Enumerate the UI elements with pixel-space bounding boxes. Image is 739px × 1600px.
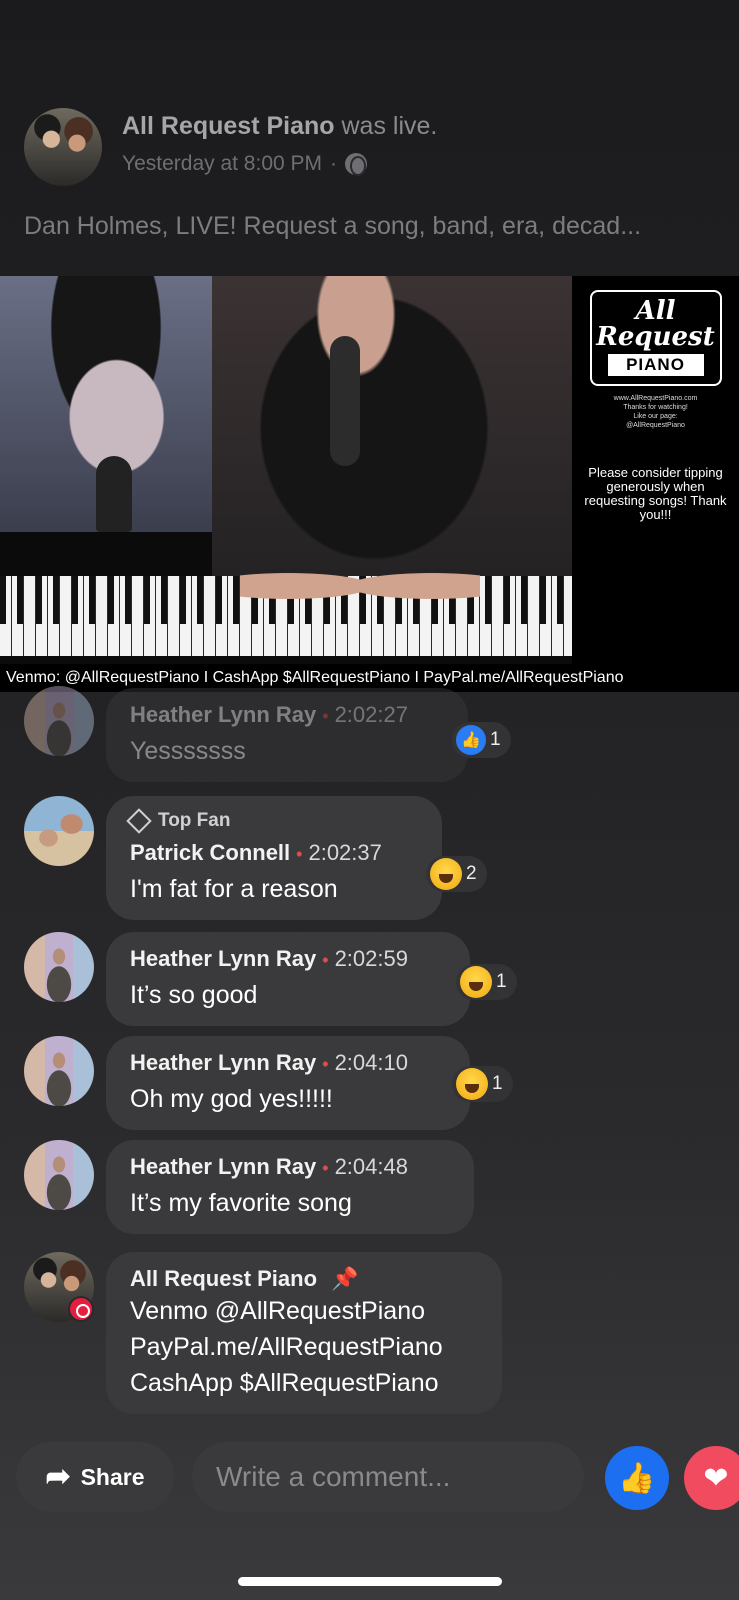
logo-caption: www.AllRequestPiano.com Thanks for watch… (613, 395, 698, 429)
comment-text-line: PayPal.me/AllRequestPiano (130, 1333, 443, 1361)
globe-icon (345, 153, 368, 176)
comment-time: 2:04:48 (334, 1154, 408, 1179)
commenter-avatar[interactable] (24, 1140, 94, 1210)
like-reaction-icon: 👍 (456, 725, 486, 755)
love-button[interactable]: ❤ (684, 1446, 739, 1510)
page-avatar[interactable] (24, 108, 102, 186)
post-timestamp[interactable]: Yesterday at 8:00 PM (122, 152, 322, 176)
reaction-count[interactable]: 2 (426, 856, 487, 892)
comment-text: I'm fat for a reason (130, 875, 338, 903)
like-button[interactable]: 👍 (605, 1446, 669, 1510)
meta-separator: · (330, 152, 338, 175)
comment-bubble[interactable]: Heather Lynn Ray • 2:04:48 It’s my favorit… (106, 1140, 474, 1234)
top-fan-badge: Top Fan (126, 808, 418, 834)
comment-bubble[interactable]: Heather Lynn Ray • 2:02:59 It’s so good (106, 932, 470, 1026)
hands-image (240, 556, 480, 616)
comment-text-line: Venmo @AllRequestPiano (130, 1297, 425, 1325)
comment-bubble[interactable]: Top Fan Patrick Connell • 2:02:37 I'm fat … (106, 796, 442, 920)
share-icon: ➦ (45, 1460, 71, 1493)
reaction-count[interactable]: 1 (452, 1066, 513, 1102)
comment-text: It’s my favorite song (130, 1189, 352, 1217)
microphone-image (330, 336, 360, 466)
post-title-line: All Request Piano was live. (122, 112, 437, 141)
microphone-image (96, 456, 132, 532)
home-indicator[interactable] (238, 1577, 502, 1586)
comment-text-line: CashApp $AllRequestPiano (130, 1369, 439, 1397)
commenter-avatar[interactable] (24, 1036, 94, 1106)
overlay-panel: All Request PIANO www.AllRequestPiano.co… (572, 276, 739, 666)
post-meta: Yesterday at 8:00 PM · (122, 152, 368, 176)
comment-time: 2:02:37 (308, 840, 382, 865)
comment-author[interactable]: All Request Piano (130, 1266, 317, 1291)
page-name[interactable]: All Request Piano (122, 112, 335, 140)
all-request-piano-logo: All Request PIANO (589, 290, 722, 386)
comment-bubble[interactable]: Heather Lynn Ray • 2:04:10 Oh my god yes!!… (106, 1036, 470, 1130)
action-bar: ➦ Share 👍 ❤ (0, 1440, 739, 1520)
commenter-avatar[interactable] (24, 686, 94, 756)
comment-time: 2:04:10 (334, 1050, 408, 1075)
love-icon: ❤ (703, 1461, 729, 1495)
post-description[interactable]: Dan Holmes, LIVE! Request a song, band, … (24, 212, 724, 241)
comment-bubble[interactable]: All Request Piano 📌 Venmo @AllRequestPian… (106, 1252, 502, 1414)
comment-author[interactable]: Heather Lynn Ray (130, 1050, 316, 1075)
live-badge-icon (68, 1296, 94, 1322)
commenter-avatar[interactable] (24, 796, 94, 866)
comment-author[interactable]: Patrick Connell (130, 840, 290, 865)
haha-emoji-icon (456, 1068, 488, 1100)
haha-emoji-icon (430, 858, 462, 890)
comment-text: It’s so good (130, 981, 258, 1009)
webcam-inset (0, 276, 212, 532)
comment-time: 2:02:27 (334, 702, 408, 727)
pin-icon: 📌 (331, 1266, 359, 1291)
post-action: was live. (341, 112, 438, 140)
diamond-icon (126, 808, 152, 834)
reaction-count[interactable]: 1 (456, 964, 517, 1000)
comment-author[interactable]: Heather Lynn Ray (130, 702, 316, 727)
reaction-count[interactable]: 👍 1 (452, 722, 511, 758)
comment-text: Yesssssss (130, 737, 246, 765)
share-label: Share (80, 1463, 145, 1490)
commenter-avatar[interactable] (24, 932, 94, 1002)
tip-message: Please consider tipping generously when … (584, 465, 727, 522)
comment-author[interactable]: Heather Lynn Ray (130, 946, 316, 971)
live-video[interactable]: All Request PIANO www.AllRequestPiano.co… (0, 276, 739, 692)
comment-input[interactable] (192, 1442, 584, 1512)
comment-bubble[interactable]: Heather Lynn Ray • 2:02:27 Yesssssss (106, 688, 468, 782)
comment-author[interactable]: Heather Lynn Ray (130, 1154, 316, 1179)
share-button[interactable]: ➦ Share (16, 1442, 174, 1512)
haha-emoji-icon (460, 966, 492, 998)
like-icon: 👍 (618, 1461, 656, 1495)
comment-time: 2:02:59 (334, 946, 408, 971)
comment-text: Oh my god yes!!!!! (130, 1085, 333, 1113)
